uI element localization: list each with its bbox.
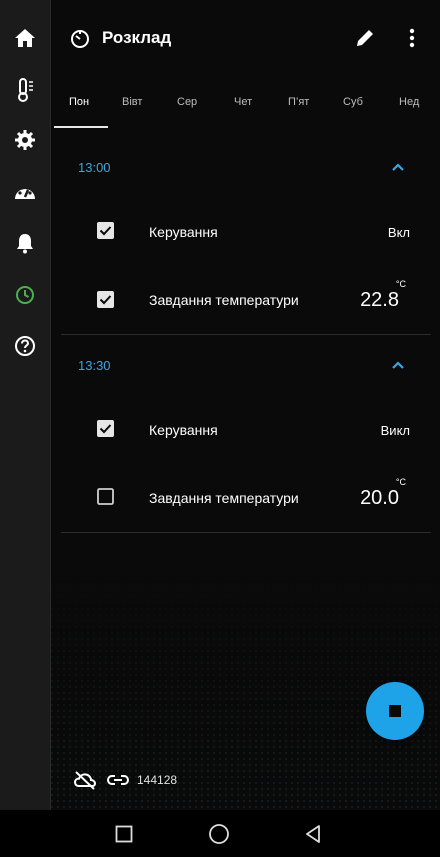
more-menu-icon[interactable] — [408, 27, 416, 54]
thermometer-icon[interactable] — [0, 72, 50, 108]
stop-fab-button[interactable] — [366, 682, 424, 740]
link-icon — [107, 775, 129, 785]
row-value: Викл — [380, 423, 410, 438]
temperature-value[interactable]: 20.0 — [360, 487, 399, 510]
tab-sunday[interactable]: Нед — [399, 96, 421, 108]
tab-friday[interactable]: П’ят — [288, 96, 310, 108]
temperature-value[interactable]: 22.8 — [360, 289, 399, 312]
active-tab-indicator — [54, 126, 108, 128]
tab-saturday[interactable]: Суб — [343, 96, 365, 108]
collapse-chevron-icon[interactable] — [391, 160, 405, 178]
divider — [61, 532, 431, 533]
tab-wednesday[interactable]: Сер — [177, 96, 199, 108]
bell-icon[interactable] — [0, 225, 50, 261]
schedule-time: 13:30 — [78, 358, 111, 373]
row-label: Керування — [149, 224, 218, 240]
tab-thursday[interactable]: Чет — [234, 96, 256, 108]
day-tabs: Пон Вівт Сер Чет П’ят Суб Нед — [51, 88, 440, 128]
row-label: Завдання температури — [149, 490, 299, 506]
page-title: Розклад — [102, 28, 172, 47]
device-id: 144128 — [137, 773, 178, 787]
schedule-clock-icon[interactable] — [0, 277, 50, 313]
tab-monday[interactable]: Пон — [69, 96, 95, 108]
top-bar: Розклад — [51, 0, 440, 78]
system-nav-bar — [0, 810, 440, 857]
cloud-off-icon — [73, 771, 97, 790]
settings-gear-icon[interactable] — [0, 122, 50, 158]
checkbox-checked[interactable] — [97, 291, 114, 308]
temperature-unit: °C — [395, 279, 406, 289]
schedule-screen: Розклад Пон Вівт Сер Чет П’ят Суб Нед 13… — [51, 0, 440, 810]
checkbox-checked[interactable] — [97, 420, 114, 437]
row-label: Керування — [149, 422, 218, 438]
divider — [61, 334, 431, 335]
checkbox-unchecked[interactable] — [97, 488, 114, 505]
collapse-chevron-icon[interactable] — [391, 358, 405, 376]
schedule-time: 13:00 — [78, 160, 111, 175]
sidebar-nav — [0, 0, 51, 810]
help-icon[interactable] — [0, 328, 50, 364]
tab-tuesday[interactable]: Вівт — [122, 96, 144, 108]
status-bar: 144128 — [73, 770, 177, 790]
gauge-icon[interactable] — [0, 174, 50, 210]
home-icon[interactable] — [0, 20, 50, 56]
row-value: Вкл — [387, 225, 410, 240]
back-triangle-icon[interactable] — [302, 823, 324, 845]
stop-icon — [389, 705, 401, 717]
timer-icon — [69, 27, 91, 54]
temperature-unit: °C — [395, 477, 406, 487]
checkbox-checked[interactable] — [97, 222, 114, 239]
row-label: Завдання температури — [149, 292, 299, 308]
edit-pencil-icon[interactable] — [354, 27, 376, 54]
recents-square-icon[interactable] — [113, 823, 135, 845]
home-circle-icon[interactable] — [208, 823, 230, 845]
